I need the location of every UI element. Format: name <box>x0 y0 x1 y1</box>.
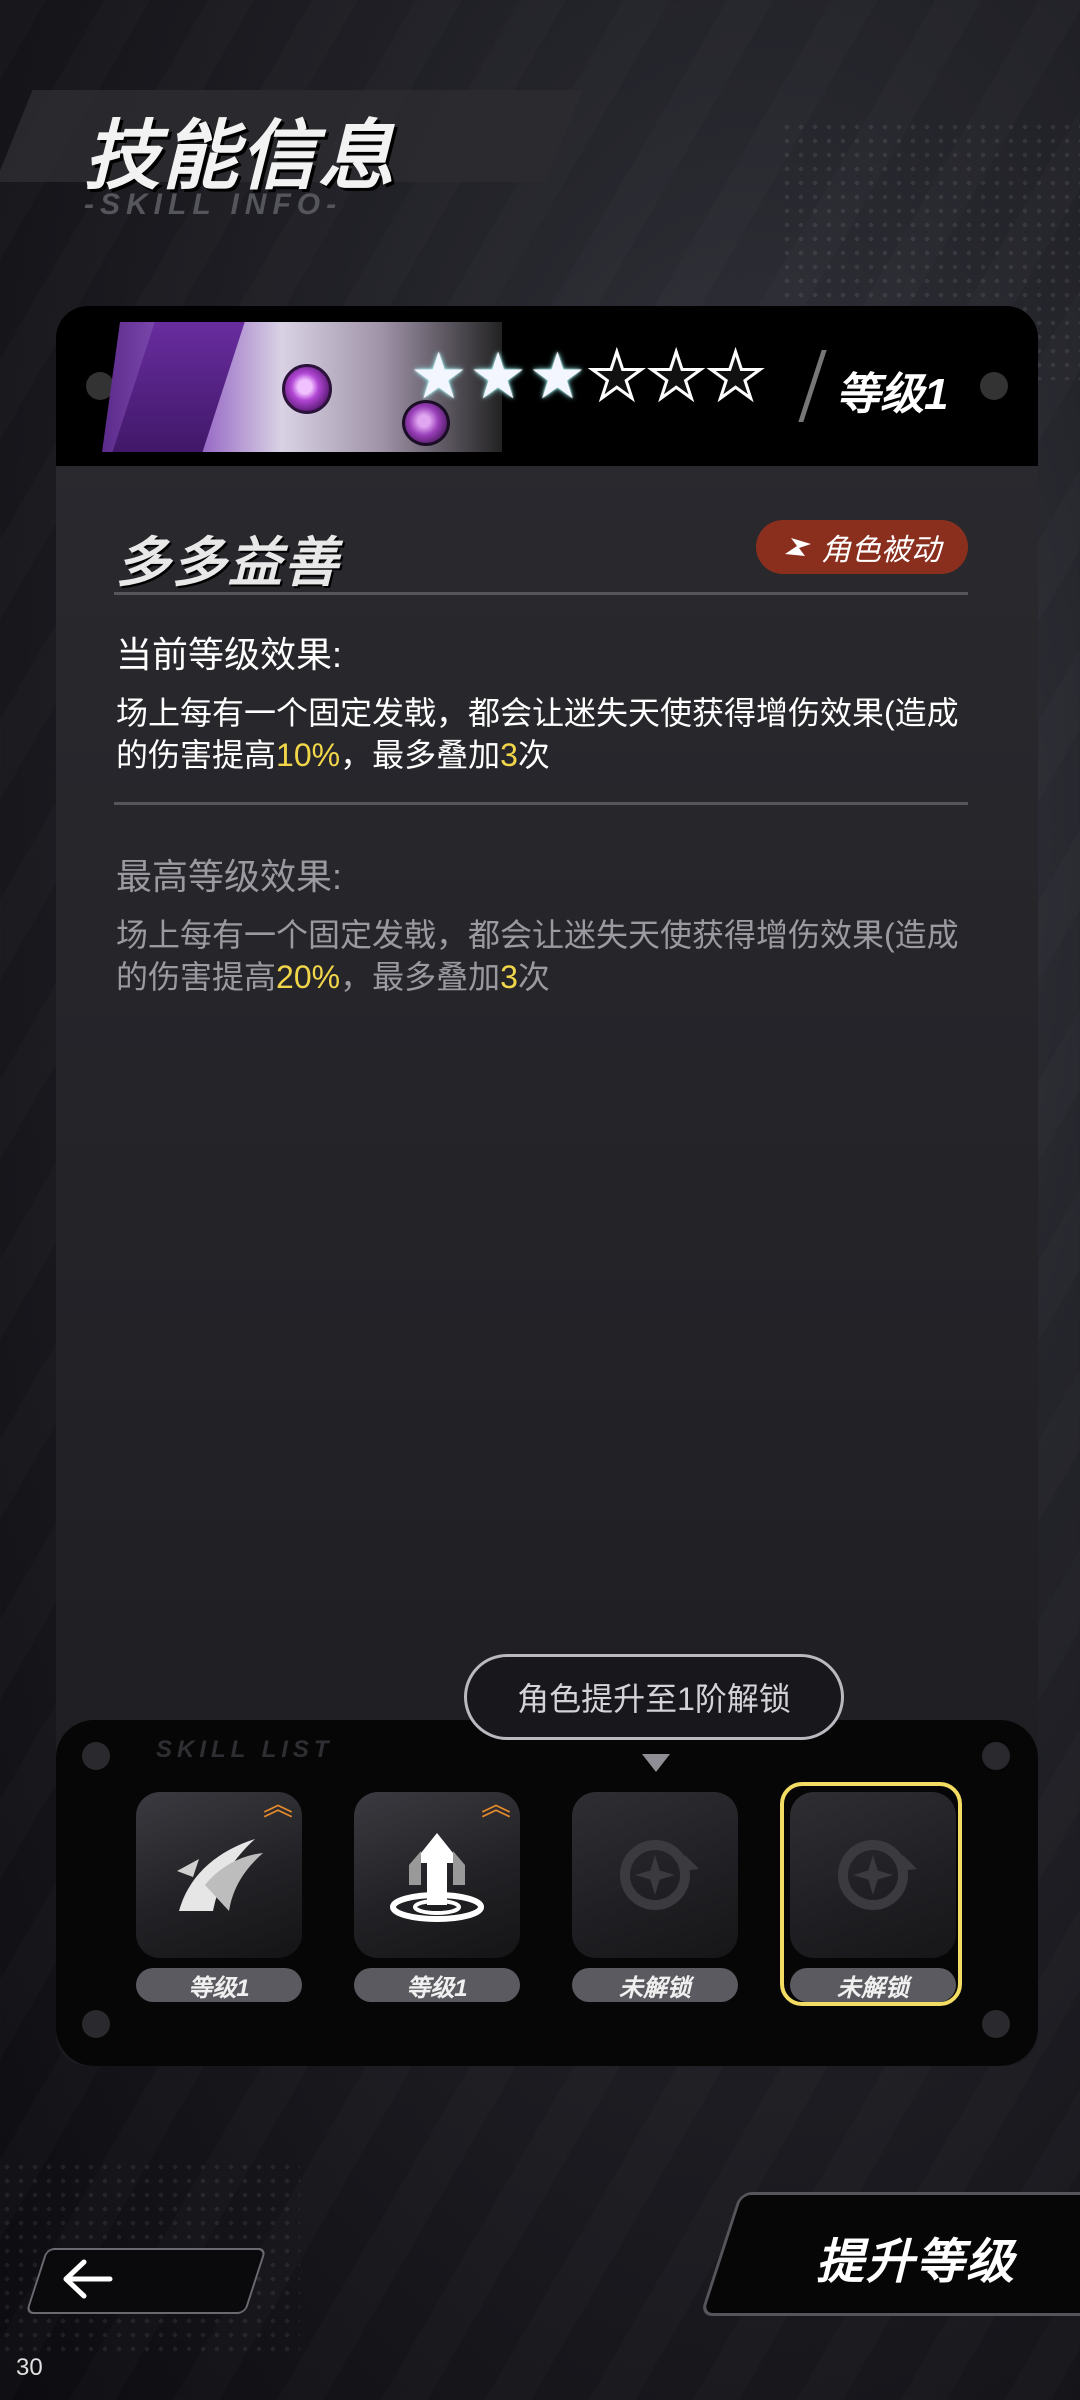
skill-type-badge: 角色被动 <box>756 520 968 574</box>
slash-icon <box>177 1839 263 1911</box>
star-filled-icon: ★ <box>469 340 527 412</box>
desc-text: ，最多叠加 <box>340 737 501 773</box>
skill-slot-label: 未解锁 <box>572 1968 738 2002</box>
skill-list-label: SKILL LIST <box>156 1736 334 1763</box>
desc-count: 3 <box>500 737 518 773</box>
skill-type-label: 角色被动 <box>821 534 941 567</box>
locked-skill-icon <box>838 1840 917 1910</box>
fps-counter: 30 <box>16 2354 43 2381</box>
skill-slot-1[interactable]: ︽ 等级1 <box>136 1792 302 2002</box>
desc-count: 3 <box>500 959 518 995</box>
divider <box>114 802 968 805</box>
skill-slot-label: 等级1 <box>354 1968 520 2002</box>
desc-text: ，最多叠加 <box>340 959 501 995</box>
skill-level: 等级1 <box>836 370 949 419</box>
skill-tile[interactable] <box>572 1792 738 1958</box>
skill-name: 多多益善 <box>116 533 340 593</box>
skill-tile[interactable]: ︽ <box>354 1792 520 1958</box>
decor-dot <box>82 1742 110 1770</box>
current-level-desc: 场上每有一个固定发戟，都会让迷失天使获得增伤效果(造成的伤害提高10%，最多叠加… <box>116 692 976 776</box>
locked-skill-icon <box>620 1840 699 1910</box>
upgrade-available-icon: ︽ <box>481 1792 511 1822</box>
desc-text: 次 <box>517 959 550 995</box>
skill-slot-4[interactable]: 未解锁 <box>780 1782 962 2006</box>
star-empty-icon: ★ <box>705 340 765 412</box>
skill-tile[interactable] <box>790 1792 956 1958</box>
star-filled-icon: ★ <box>410 340 468 412</box>
decor-dot <box>980 372 1008 400</box>
passive-icon <box>785 538 811 556</box>
skill-slot-label: 等级1 <box>136 1968 302 2002</box>
star-rating: ★ ★ ★ ★ ★ ★ <box>410 340 766 412</box>
max-level-desc: 场上每有一个固定发戟，都会让迷失天使获得增伤效果(造成的伤害提高20%，最多叠加… <box>116 914 976 998</box>
decor-dot <box>982 2010 1010 2038</box>
back-arrow-icon[interactable] <box>60 2256 114 2302</box>
max-level-title: 最高等级效果: <box>116 856 343 897</box>
page-subtitle: -SKILL INFO- <box>84 188 343 221</box>
portrait-eye <box>282 364 332 414</box>
portrait-hand <box>106 322 248 452</box>
unlock-tooltip: 角色提升至1阶解锁 <box>464 1654 844 1740</box>
arrow-up-ring-icon <box>390 1833 484 1922</box>
skill-tile[interactable]: ︽ <box>136 1792 302 1958</box>
star-empty-icon: ★ <box>646 340 706 412</box>
skill-slot-2[interactable]: ︽ 等级1 <box>354 1792 520 2002</box>
desc-value: 10% <box>276 737 341 773</box>
divider <box>114 592 968 595</box>
star-empty-icon: ★ <box>587 340 647 412</box>
current-level-title: 当前等级效果: <box>116 634 343 675</box>
desc-value: 20% <box>276 959 341 995</box>
decor-dot <box>82 2010 110 2038</box>
upgrade-level-label[interactable]: 提升等级 <box>816 2222 1016 2292</box>
star-filled-icon: ★ <box>528 340 587 412</box>
level-divider <box>798 350 827 422</box>
skill-slot-label: 未解锁 <box>790 1968 956 2002</box>
card-header: ★ ★ ★ ★ ★ ★ 等级1 <box>56 306 1038 466</box>
skill-list-panel: SKILL LIST ︽ 等级1 ︽ 等级1 未解锁 未解锁 <box>56 1720 1038 2066</box>
upgrade-available-icon: ︽ <box>263 1792 293 1822</box>
desc-text: 次 <box>517 737 550 773</box>
decor-dot <box>982 1742 1010 1770</box>
tooltip-arrow-icon <box>642 1754 670 1772</box>
skill-slot-3[interactable]: 未解锁 <box>572 1792 738 2002</box>
